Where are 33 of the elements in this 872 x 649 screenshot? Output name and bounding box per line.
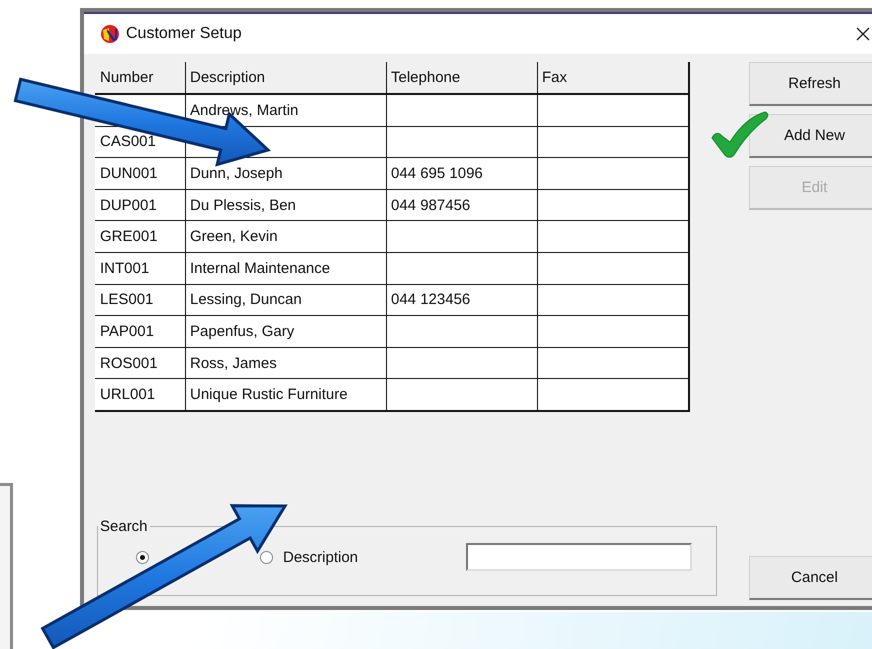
action-button[interactable]: Refresh	[749, 62, 872, 106]
table-cell: Lessing, Duncan	[190, 291, 302, 308]
table-cell: 044 123456	[391, 291, 470, 308]
table-cell: Internal Maintenance	[190, 260, 330, 277]
table-cell: Unique Rustic Furniture	[190, 386, 348, 404]
cancel-button[interactable]: Cancel	[749, 556, 872, 600]
close-icon[interactable]	[856, 27, 870, 41]
app-logo-icon	[100, 24, 120, 44]
table-cell: Green, Kevin	[190, 228, 278, 246]
table-cell: PAP001	[100, 322, 154, 340]
table-cell: 044 695 1096	[391, 164, 483, 182]
table-cell: DUN001	[100, 164, 158, 182]
radio-label: Description	[283, 548, 358, 566]
table-cell: Andrews, Martin	[190, 102, 298, 119]
table-cell: Du Plessis, Ben	[190, 196, 296, 214]
table-cell: 044 987456	[391, 196, 470, 214]
table-cell: LES001	[100, 291, 154, 308]
search-field[interactable]	[466, 543, 692, 571]
table-cell: Papenfus, Gary	[190, 322, 294, 340]
table-cell: CAS001	[100, 133, 156, 150]
search-group-label: Search	[99, 518, 149, 535]
radio-button[interactable]	[136, 550, 149, 564]
table-cell: URL001	[100, 386, 156, 404]
table-cell: ROS001	[100, 354, 158, 372]
window-title: Customer Setup	[126, 25, 242, 43]
table-cell: Dunn, Joseph	[190, 164, 283, 182]
table-cell: GRE001	[100, 228, 158, 246]
table-cell: INT001	[100, 260, 150, 277]
action-button[interactable]: Add New	[749, 114, 872, 158]
table-cell: Ross, James	[190, 354, 277, 372]
checkmark-icon	[712, 112, 768, 158]
radio-button[interactable]	[260, 550, 273, 564]
table-cell: DUP001	[100, 196, 157, 214]
